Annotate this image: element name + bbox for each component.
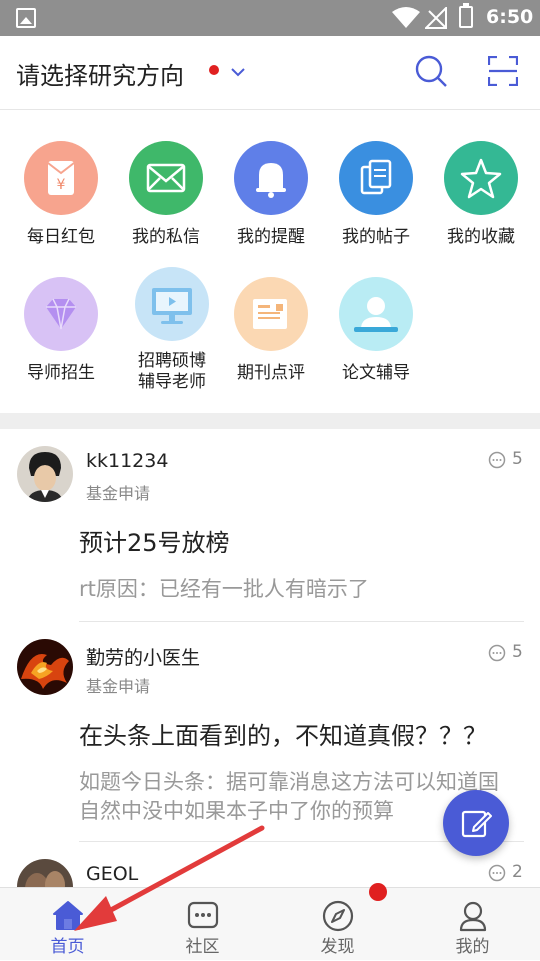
quick-access-grid: ¥ 每日红包 我的私信 我的提醒 我的帖子 我的收藏 导师招生 招聘硕博 辅导老… — [0, 110, 540, 413]
section-divider — [0, 413, 540, 429]
search-icon[interactable] — [414, 54, 448, 88]
grid-item-journal-reviews[interactable]: 期刊点评 — [219, 277, 323, 384]
grid-item-label: 我的帖子 — [342, 227, 410, 247]
post-username[interactable]: kk11234 — [86, 450, 168, 472]
grid-item-my-favorites[interactable]: 我的收藏 — [429, 141, 533, 248]
grid-item-label: 期刊点评 — [237, 363, 305, 383]
avatar[interactable] — [17, 446, 73, 502]
image-notification-icon — [16, 8, 36, 28]
star-icon — [444, 141, 518, 215]
tab-profile[interactable]: 我的 — [405, 888, 540, 961]
discover-notification-dot — [369, 883, 387, 901]
tab-label: 社区 — [185, 937, 220, 957]
avatar[interactable] — [17, 639, 73, 695]
svg-text:¥: ¥ — [57, 177, 66, 193]
grid-item-label: 招聘硕博 辅导老师 — [120, 351, 224, 393]
copy-icon — [339, 141, 413, 215]
grid-item-label: 我的收藏 — [447, 227, 515, 247]
grid-item-label: 导师招生 — [27, 363, 95, 383]
wifi-icon — [392, 7, 420, 28]
tab-home[interactable]: 首页 — [0, 888, 135, 961]
comment-count: 2 — [512, 862, 523, 882]
app-header: 请选择研究方向 — [0, 36, 540, 110]
post-category[interactable]: 基金申请 — [86, 673, 150, 697]
grid-item-thesis-tutoring[interactable]: 论文辅导 — [324, 277, 428, 384]
grid-item-label: 我的私信 — [132, 227, 200, 247]
avatar[interactable] — [17, 859, 73, 887]
scan-icon[interactable] — [488, 56, 518, 86]
monitor-icon — [135, 267, 209, 341]
grid-item-label-line2: 辅导老师 — [138, 372, 206, 392]
grid-item-my-posts[interactable]: 我的帖子 — [324, 141, 428, 248]
bell-icon — [234, 141, 308, 215]
grid-item-my-reminders[interactable]: 我的提醒 — [219, 141, 323, 248]
diamond-icon — [24, 277, 98, 351]
post-excerpt[interactable]: rt原因：已经有一批人有暗示了 — [79, 575, 519, 604]
chevron-down-icon[interactable] — [230, 66, 246, 78]
post-title[interactable]: 预计25号放榜 — [79, 523, 230, 558]
red-envelope-icon: ¥ — [24, 141, 98, 215]
home-icon — [52, 901, 83, 930]
battery-icon — [459, 3, 473, 28]
grid-item-label: 论文辅导 — [342, 363, 410, 383]
tab-label: 首页 — [50, 937, 85, 957]
status-bar: 6:50 — [0, 0, 540, 36]
research-direction-selector[interactable]: 请选择研究方向 — [16, 56, 184, 91]
person-icon — [459, 901, 486, 932]
grid-item-daily-red-envelope[interactable]: ¥ 每日红包 — [9, 141, 113, 248]
comment-icon — [488, 864, 506, 882]
edit-icon — [461, 810, 492, 838]
community-icon — [187, 901, 218, 929]
grid-item-hire-tutors[interactable]: 招聘硕博 辅导老师 — [120, 267, 224, 393]
post-username[interactable]: GEOL — [86, 863, 138, 885]
compose-button[interactable] — [443, 790, 509, 856]
grid-item-my-messages[interactable]: 我的私信 — [114, 141, 218, 248]
post-title[interactable]: 在头条上面看到的，不知道真假？？？ — [79, 716, 487, 751]
post-category[interactable]: 基金申请 — [86, 480, 150, 504]
comment-icon — [488, 644, 506, 662]
comment-count: 5 — [512, 449, 523, 469]
tab-label: 我的 — [455, 937, 490, 957]
status-time: 6:50 — [486, 6, 534, 28]
grid-item-label: 每日红包 — [27, 227, 95, 247]
tab-community[interactable]: 社区 — [135, 888, 270, 961]
post-item[interactable]: kk11234 基金申请 5 预计25号放榜 rt原因：已经有一批人有暗示了 — [0, 429, 540, 622]
compass-icon — [322, 900, 353, 932]
tab-discover[interactable]: 发现 — [270, 888, 405, 961]
bottom-navigation: 首页 社区 发现 我的 — [0, 887, 540, 960]
comment-icon — [488, 451, 506, 469]
notification-dot — [209, 65, 219, 75]
mail-icon — [129, 141, 203, 215]
comment-count: 5 — [512, 642, 523, 662]
grid-item-label: 我的提醒 — [237, 227, 305, 247]
grid-item-advisor-recruitment[interactable]: 导师招生 — [9, 277, 113, 384]
grid-item-label-line1: 招聘硕博 — [138, 351, 206, 371]
no-signal-icon — [425, 7, 447, 29]
tutor-icon — [339, 277, 413, 351]
post-username[interactable]: 勤劳的小医生 — [86, 643, 200, 670]
envelope-letter-icon — [234, 277, 308, 351]
tab-label: 发现 — [320, 937, 355, 957]
